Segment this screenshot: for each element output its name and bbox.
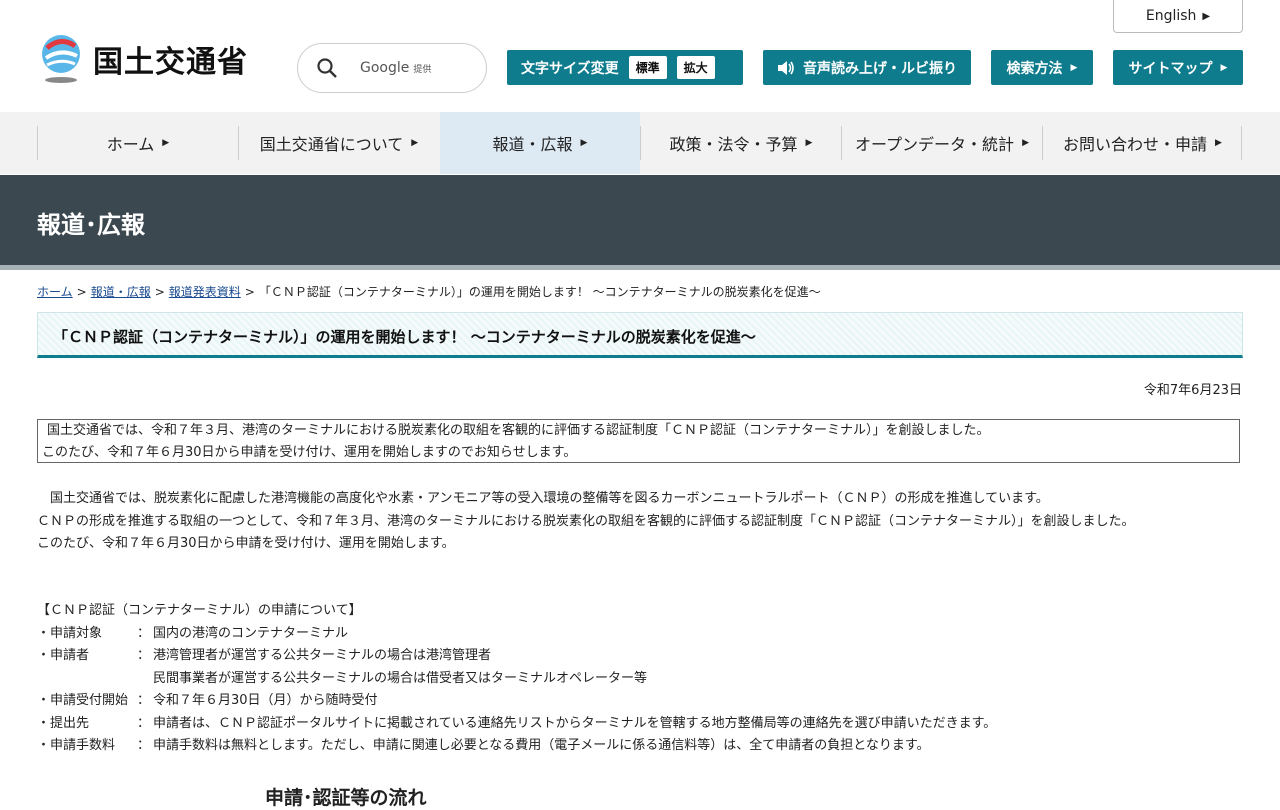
search-method-button[interactable]: 検索方法 ▶ bbox=[991, 50, 1093, 85]
search-method-label: 検索方法 bbox=[1006, 60, 1063, 77]
row-value: 令和７年６月30日（月）から随時受付 bbox=[153, 693, 378, 708]
arrow-right-icon: ▶ bbox=[1070, 62, 1078, 73]
arrow-right-icon: ▶ bbox=[162, 138, 170, 148]
row-value: 国内の港湾のコンテナターミナル bbox=[153, 625, 349, 641]
body-paragraph: ＣＮＰの形成を推進する取組の一つとして、令和７年３月、港湾のターミナルにおける脱… bbox=[37, 513, 1135, 529]
arrow-right-icon: ▶ bbox=[1022, 138, 1029, 148]
row-value: 申請手数料は無料とします。ただし、申請に関連し必要となる費用（電子メールに係る通… bbox=[153, 738, 930, 753]
breadcrumb-press-link[interactable]: 報道・広報 bbox=[91, 285, 151, 299]
nav-item-label: ホーム bbox=[106, 135, 155, 154]
summary-line: 国土交通省では、令和７年３月、港湾のターミナルにおける脱炭素化の取組を客観的に評… bbox=[47, 423, 990, 438]
summary-box: 国土交通省では、令和７年３月、港湾のターミナルにおける脱炭素化の取組を客観的に評… bbox=[37, 419, 1240, 463]
row-value: 申請者は、ＣＮＰ認証ポータルサイトに掲載されている連絡先リストからターミナルを管… bbox=[153, 715, 997, 731]
arrow-right-icon: ▶ bbox=[411, 138, 419, 148]
body-paragraph: このたび、令和７年６月30日から申請を受け付け、運用を開始します。 bbox=[37, 536, 455, 551]
sitemap-button[interactable]: サイトマップ ▶ bbox=[1113, 50, 1243, 85]
breadcrumb-current: 「ＣＮＰ認証（コンテナターミナル）」の運用を開始します！ ～コンテナターミナルの… bbox=[258, 285, 821, 299]
font-size-standard-button[interactable]: 標準 bbox=[628, 56, 667, 79]
application-row-start: ・申請受付開始 ：令和７年６月30日（月）から随時受付 bbox=[37, 690, 996, 713]
row-colon: ： bbox=[137, 738, 151, 753]
nav-item-press[interactable]: 報道・広報 ▶ bbox=[439, 112, 640, 174]
banner-divider bbox=[0, 265, 1280, 270]
flow-section-title: 申請･認証等の流れ bbox=[265, 787, 427, 809]
application-row-submit: ・提出先 ：申請者は、ＣＮＰ認証ポータルサイトに掲載されている連絡先リストからター… bbox=[37, 713, 996, 736]
sitemap-label: サイトマップ bbox=[1128, 60, 1213, 77]
row-key: ・提出先 bbox=[37, 715, 90, 731]
arrow-right-icon: ▶ bbox=[1202, 10, 1211, 22]
row-colon: ： bbox=[137, 715, 151, 731]
mlit-logo-icon bbox=[42, 35, 80, 83]
search-provider: 提供 bbox=[413, 65, 432, 75]
application-details: 【ＣＮＰ認証（コンテナターミナル）の申請について】 ・申請対象：国内の港湾のコン… bbox=[37, 600, 996, 758]
site-logo[interactable]: 国土交通省 bbox=[37, 34, 248, 84]
nav-item-policy[interactable]: 政策・法令・予算 ▶ bbox=[640, 126, 841, 160]
logo-text: 国土交通省 bbox=[93, 45, 248, 80]
nav-divider bbox=[1241, 126, 1242, 160]
font-size-label: 文字サイズ変更 bbox=[521, 60, 619, 77]
breadcrumb-separator: > bbox=[244, 285, 255, 299]
row-colon: ： bbox=[137, 693, 151, 708]
article-title-box: 「ＣＮＰ認証（コンテナターミナル）」の運用を開始します！ ～コンテナターミナルの… bbox=[37, 312, 1243, 358]
arrow-right-icon: ▶ bbox=[1220, 62, 1228, 73]
row-key: ・申請対象 bbox=[37, 625, 103, 641]
application-row-applicant-2: 民間事業者が運営する公共ターミナルの場合は借受者又はターミナルオペレーター等 bbox=[37, 668, 996, 691]
search-icon[interactable] bbox=[316, 57, 338, 79]
article-title: 「ＣＮＰ認証（コンテナターミナル）」の運用を開始します！ ～コンテナターミナルの… bbox=[53, 328, 756, 346]
publish-date: 令和7年6月23日 bbox=[1143, 383, 1242, 398]
nav-item-label: お問い合わせ・申請 bbox=[1063, 135, 1208, 154]
search-placeholder: Google bbox=[360, 60, 410, 76]
application-row-target: ・申請対象 ：国内の港湾のコンテナターミナル bbox=[37, 623, 996, 646]
nav-item-about[interactable]: 国土交通省について ▶ bbox=[238, 126, 439, 160]
application-row-fee: ・申請手数料 ：申請手数料は無料とします。ただし、申請に関連し必要となる費用（電子… bbox=[37, 735, 996, 758]
breadcrumb-separator: > bbox=[154, 285, 165, 299]
article-body: 国土交通省では、脱炭素化に配慮した港湾機能の高度化や水素・アンモニア等の受入環境… bbox=[37, 488, 1247, 556]
nav-item-home[interactable]: ホーム ▶ bbox=[37, 126, 238, 160]
row-key: ・申請手数料 bbox=[37, 738, 116, 753]
arrow-right-icon: ▶ bbox=[805, 138, 813, 148]
nav-item-opendata[interactable]: オープンデータ・統計 ▶ bbox=[841, 126, 1042, 160]
arrow-right-icon: ▶ bbox=[580, 138, 588, 148]
arrow-right-icon: ▶ bbox=[1215, 138, 1222, 148]
nav-item-label: オープンデータ・統計 bbox=[855, 135, 1015, 154]
breadcrumb-releases-link[interactable]: 報道発表資料 bbox=[169, 285, 241, 299]
search-box[interactable]: Google 提供 bbox=[297, 43, 487, 93]
row-value: 港湾管理者が運営する公共ターミナルの場合は港湾管理者 bbox=[153, 648, 492, 663]
breadcrumb: ホーム > 報道・広報 > 報道発表資料 > 「ＣＮＰ認証（コンテナターミナル）」の運用を開… bbox=[37, 283, 821, 300]
page-banner: 報道･広報 bbox=[0, 175, 1280, 265]
site-header: 国土交通省 English ▶ Google 提供 文字サイズ変更 標準 拡大 音… bbox=[0, 0, 1280, 113]
summary-line: このたび、令和７年６月30日から申請を受け付け、運用を開始しますのでお知らせしま… bbox=[42, 445, 577, 460]
application-row-applicant: ・申請者 ：港湾管理者が運営する公共ターミナルの場合は港湾管理者 bbox=[37, 645, 996, 668]
font-size-large-button[interactable]: 拡大 bbox=[676, 56, 715, 79]
font-size-control: 文字サイズ変更 標準 拡大 bbox=[507, 50, 743, 85]
nav-item-label: 報道・広報 bbox=[492, 135, 573, 154]
row-colon: ： bbox=[137, 648, 151, 663]
search-input[interactable]: Google 提供 bbox=[360, 60, 431, 76]
nav-item-label: 国土交通省について bbox=[259, 135, 404, 154]
section-title: 報道･広報 bbox=[37, 211, 145, 239]
row-colon: ： bbox=[137, 625, 151, 641]
audio-ruby-label: 音声読み上げ・ルビ振り bbox=[803, 60, 957, 77]
application-heading: 【ＣＮＰ認証（コンテナターミナル）の申請について】 bbox=[37, 603, 362, 618]
breadcrumb-separator: > bbox=[76, 285, 87, 299]
speaker-icon bbox=[778, 60, 794, 75]
nav-item-contact[interactable]: お問い合わせ・申請 ▶ bbox=[1042, 126, 1242, 160]
row-key: ・申請受付開始 bbox=[37, 693, 129, 708]
global-nav: ホーム ▶ 国土交通省について ▶ 報道・広報 ▶ 政策・法令・予算 ▶ オープンデータ… bbox=[0, 112, 1280, 174]
body-paragraph: 国土交通省では、脱炭素化に配慮した港湾機能の高度化や水素・アンモニア等の受入環境… bbox=[37, 491, 1049, 506]
english-label: English bbox=[1145, 8, 1197, 24]
row-key: ・申請者 bbox=[37, 648, 90, 663]
row-value: 民間事業者が運営する公共ターミナルの場合は借受者又はターミナルオペレーター等 bbox=[153, 670, 648, 686]
audio-ruby-button[interactable]: 音声読み上げ・ルビ振り bbox=[763, 50, 971, 85]
nav-item-label: 政策・法令・予算 bbox=[669, 135, 798, 154]
english-link[interactable]: English ▶ bbox=[1113, 0, 1243, 33]
breadcrumb-home-link[interactable]: ホーム bbox=[37, 285, 73, 299]
